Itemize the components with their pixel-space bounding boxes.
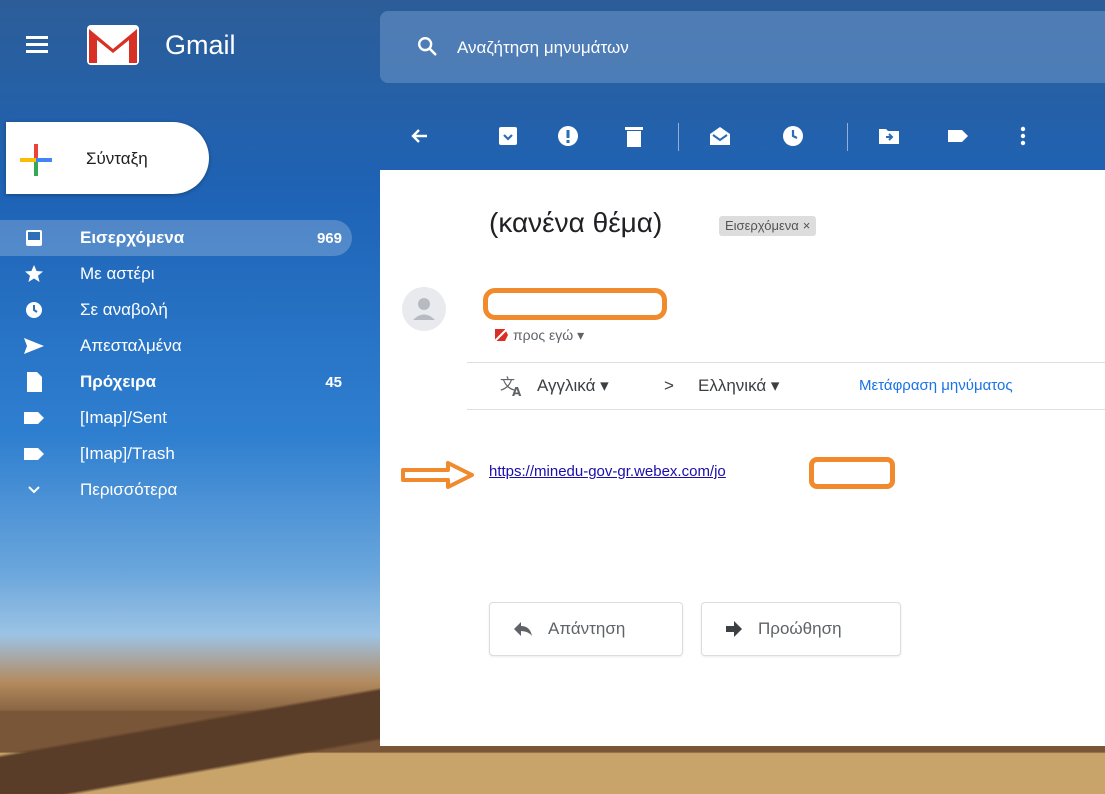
compose-button[interactable]: Σύνταξη [6,122,209,194]
translate-message-link[interactable]: Μετάφραση μηνύματος [859,377,1013,394]
person-icon [413,298,435,320]
report-spam-icon[interactable] [555,123,581,149]
star-icon [22,262,46,286]
toolbar-divider [847,123,848,151]
plus-icon [20,144,52,176]
sidebar-item-label: Με αστέρι [80,264,155,283]
reply-label: Απάντηση [548,619,626,638]
snooze-icon[interactable] [780,123,806,149]
message-subject: (κανένα θέμα) [489,207,663,238]
sidebar-item-imap-trash[interactable]: [Imap]/Trash [12,436,352,472]
search-input[interactable] [455,33,1059,63]
translate-icon: 文 A [500,375,522,397]
main-menu-icon[interactable] [26,36,48,54]
reply-icon [514,622,532,636]
sidebar-item-label: Περισσότερα [80,480,178,499]
archive-icon[interactable] [495,123,521,149]
language-arrow: > [664,376,674,395]
mark-unread-icon[interactable] [707,123,733,149]
labels-icon[interactable] [945,123,971,149]
sidebar-item-label: Σε αναβολή [80,300,168,319]
sidebar-item-snoozed[interactable]: Σε αναβολή [12,292,352,328]
source-language-select[interactable]: Αγγλικά ▾ [537,376,609,396]
search-icon[interactable] [416,35,438,57]
inbox-icon [22,226,46,250]
svg-text:A: A [512,385,522,397]
forward-label: Προώθηση [758,619,842,638]
webex-meeting-link[interactable]: https://minedu-gov-gr.webex.com/jo [489,463,726,480]
recipient-text: προς εγώ ▾ [513,327,585,343]
important-marker-icon[interactable] [493,327,509,343]
message-panel: (κανένα θέμα) Εισερχόμενα × προς εγώ ▾ 文 … [380,170,1105,746]
sender-redaction-mark [483,288,667,320]
recipient-line[interactable]: προς εγώ ▾ [493,327,584,344]
label-icon [22,442,46,466]
link-redaction-mark [809,457,895,489]
forward-button[interactable]: Προώθηση [701,602,901,656]
message-toolbar [380,113,1105,161]
move-to-icon[interactable] [876,123,902,149]
sidebar-item-label: Πρόχειρα [80,372,157,391]
delete-icon[interactable] [621,123,647,149]
sidebar-nav: Εισερχόμενα 969 Με αστέρι Σε αναβολή Απε… [0,220,352,508]
inbox-label-chip[interactable]: Εισερχόμενα × [719,216,817,236]
sidebar-item-label: [Imap]/Sent [80,408,167,427]
label-chip-text: Εισερχόμενα [725,218,799,233]
sidebar-item-label: [Imap]/Trash [80,444,175,463]
unread-count: 969 [316,229,342,247]
toolbar-divider [678,123,679,151]
send-icon [22,334,46,358]
sidebar-item-label: Εισερχόμενα [80,228,185,247]
search-bar[interactable] [380,11,1105,83]
back-icon[interactable] [407,123,433,149]
sidebar-item-drafts[interactable]: Πρόχειρα 45 [12,364,352,400]
label-chip-close[interactable]: × [803,218,811,233]
chevron-down-icon [22,478,46,502]
clock-icon [22,298,46,322]
sidebar-item-more[interactable]: Περισσότερα [12,472,352,508]
sidebar-item-label: Απεσταλμένα [80,336,182,355]
sender-avatar [402,287,446,331]
sidebar-item-sent[interactable]: Απεσταλμένα [12,328,352,364]
target-language-select[interactable]: Ελληνικά ▾ [698,376,779,396]
reply-button[interactable]: Απάντηση [489,602,683,656]
more-icon[interactable] [1010,123,1036,149]
forward-icon [726,621,742,637]
sidebar-item-imap-sent[interactable]: [Imap]/Sent [12,400,352,436]
sidebar-item-starred[interactable]: Με αστέρι [12,256,352,292]
sidebar-item-inbox[interactable]: Εισερχόμενα 969 [0,220,352,256]
gmail-logo-icon[interactable] [87,25,139,65]
draft-count: 45 [325,373,342,391]
label-icon [22,406,46,430]
annotation-arrow-icon [401,461,474,489]
top-bar: Gmail [0,0,1105,92]
app-title: Gmail [165,30,236,60]
translate-bar: 文 A Αγγλικά ▾ > Ελληνικά ▾ Μετάφραση μην… [467,362,1105,410]
compose-label: Σύνταξη [86,149,148,168]
draft-icon [22,370,46,394]
